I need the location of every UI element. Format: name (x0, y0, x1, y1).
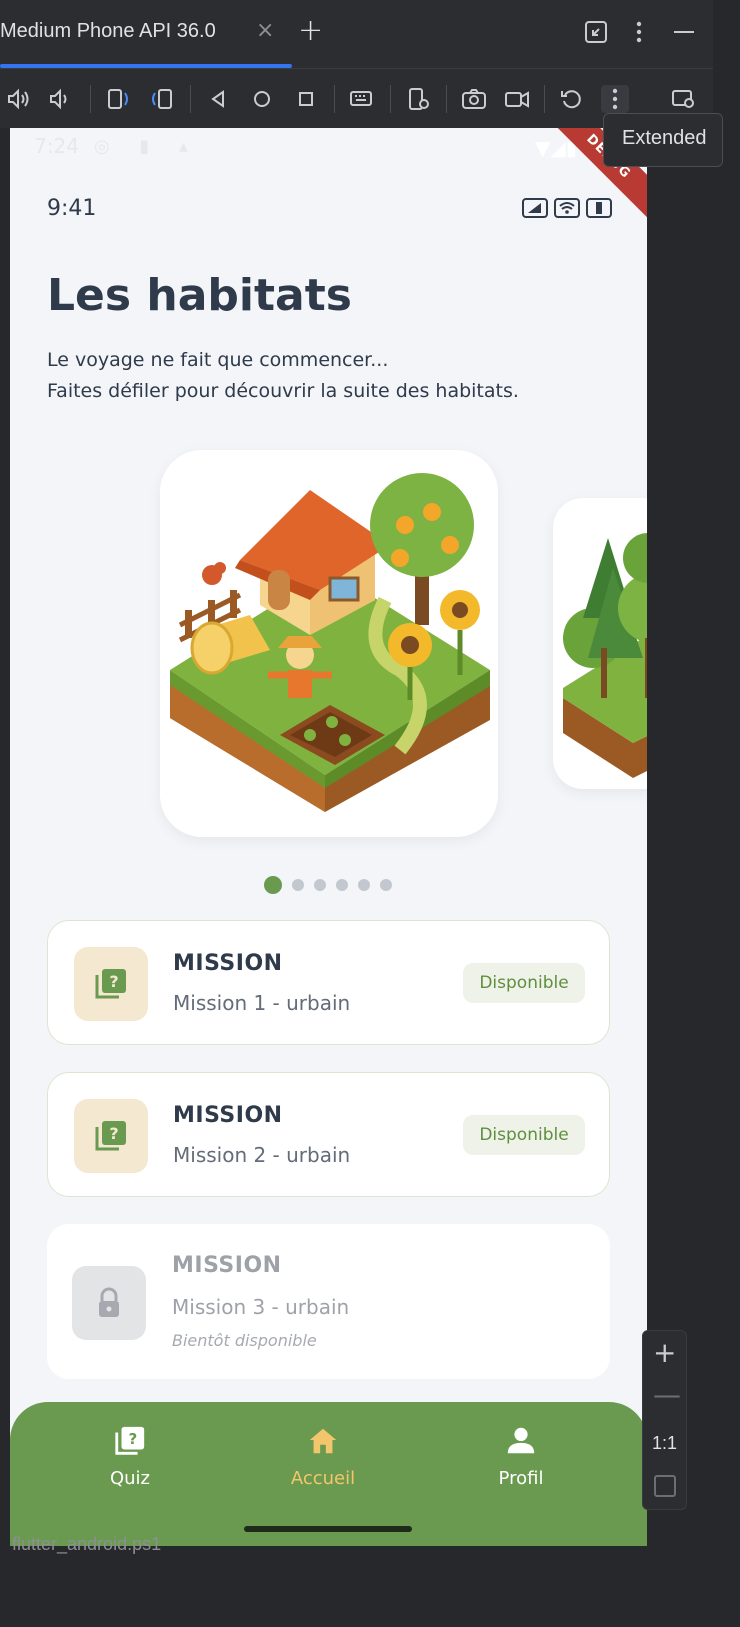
home-icon (309, 1428, 337, 1454)
nav-item-accueil[interactable]: Accueil (253, 1424, 393, 1489)
notification-icons: ◎ ▮ ▴ (94, 136, 201, 157)
mission-subtitle: Mission 3 - urbain (172, 1295, 350, 1319)
device-clock: 7:24 (34, 134, 79, 158)
subtitle-line-1: Le voyage ne fait que commencer... (47, 349, 389, 371)
video-record-icon[interactable] (503, 85, 531, 113)
mission-subtitle: Mission 2 - urbain (173, 1143, 351, 1167)
rotate-right-icon[interactable] (148, 85, 176, 113)
nav-item-profil[interactable]: Profil (451, 1424, 591, 1489)
rotate-left-icon[interactable] (104, 85, 132, 113)
collapse-window-icon[interactable] (582, 18, 610, 46)
device-tab-title[interactable]: Medium Phone API 36.0 (0, 20, 216, 43)
zoom-out-button[interactable]: — (653, 1381, 681, 1409)
add-tab-button[interactable]: + (298, 16, 323, 46)
battery-icon (586, 198, 612, 218)
habitat-card-forest[interactable] (553, 498, 647, 789)
bottom-navigation: ? Quiz Accueil Profil (10, 1402, 647, 1546)
mission-card-3: MISSION Mission 3 - urbain Bientôt dispo… (47, 1224, 610, 1379)
person-icon (507, 1427, 535, 1454)
device-settings-icon[interactable] (404, 85, 432, 113)
page-dot[interactable] (358, 879, 370, 891)
home-button-icon[interactable] (248, 85, 276, 113)
nav-label: Profil (498, 1468, 544, 1489)
app-status-icons (522, 198, 612, 218)
camera-icon[interactable] (460, 85, 488, 113)
snapshot-restore-icon[interactable] (558, 85, 586, 113)
page-subtitle: Le voyage ne fait que commencer... Faite… (47, 345, 519, 407)
svg-text:?: ? (109, 1124, 118, 1143)
page-dot[interactable] (336, 879, 348, 891)
minimize-icon[interactable] (670, 18, 698, 46)
overview-icon[interactable] (292, 85, 320, 113)
status-badge: Disponible (463, 1115, 585, 1155)
quiz-icon: ? (74, 947, 148, 1021)
farm-illustration-icon (170, 473, 490, 812)
lock-icon (72, 1266, 146, 1340)
mission-title: MISSION (173, 1103, 283, 1128)
page-dot[interactable] (264, 876, 282, 894)
nav-label: Accueil (290, 1468, 356, 1489)
status-badge: Disponible (463, 963, 585, 1003)
mission-title: MISSION (173, 951, 283, 976)
habitat-card-farm[interactable] (160, 450, 498, 837)
quiz-icon: ? (115, 1426, 145, 1455)
zoom-actual-size-button[interactable]: 1:1 (652, 1433, 677, 1454)
forest-illustration-icon (563, 533, 647, 778)
back-icon[interactable] (204, 85, 232, 113)
extended-controls-tooltip: Extended (603, 113, 723, 167)
zoom-in-button[interactable]: + (653, 1339, 676, 1367)
extended-controls-icon[interactable] (601, 85, 629, 113)
svg-text:?: ? (109, 972, 118, 991)
volume-up-icon[interactable] (4, 85, 32, 113)
phone-screen: 7:24 ◎ ▮ ▴ ▼◢▮ DEBUG 9:41 Les habitats L… (10, 128, 647, 1546)
wifi-icon (554, 198, 580, 218)
mission-card-1[interactable]: ? MISSION Mission 1 - urbain Disponible (47, 920, 610, 1045)
page-dot[interactable] (380, 879, 392, 891)
app-status-time: 9:41 (47, 196, 97, 221)
fit-screen-icon[interactable] (654, 1475, 676, 1497)
coming-soon-note: Bientôt disponible (172, 1331, 317, 1350)
page-title: Les habitats (47, 270, 352, 321)
zoom-controls: + — 1:1 (642, 1330, 687, 1510)
device-status-bar: 7:24 ◎ ▮ ▴ ▼◢▮ (10, 128, 647, 168)
emulator-title-bar: Medium Phone API 36.0 × + (0, 0, 713, 68)
carousel-pagination (264, 876, 392, 894)
mission-subtitle: Mission 1 - urbain (173, 991, 351, 1015)
mirror-screen-icon[interactable] (670, 85, 698, 113)
mission-title: MISSION (172, 1253, 282, 1278)
more-options-icon[interactable] (625, 18, 653, 46)
mission-card-2[interactable]: ? MISSION Mission 2 - urbain Disponible (47, 1072, 610, 1197)
close-tab-button[interactable]: × (256, 20, 274, 42)
page-dot[interactable] (292, 879, 304, 891)
svg-text:?: ? (128, 1430, 137, 1448)
run-configuration-label: flutter_android.ps1 (12, 1534, 162, 1554)
subtitle-line-2: Faites défiler pour découvrir la suite d… (47, 380, 519, 402)
signal-icon (522, 198, 548, 218)
nav-item-quiz[interactable]: ? Quiz (60, 1424, 200, 1489)
nav-label: Quiz (109, 1468, 151, 1489)
keyboard-icon[interactable] (348, 85, 376, 113)
page-dot[interactable] (314, 879, 326, 891)
volume-down-icon[interactable] (46, 85, 74, 113)
quiz-icon: ? (74, 1099, 148, 1173)
